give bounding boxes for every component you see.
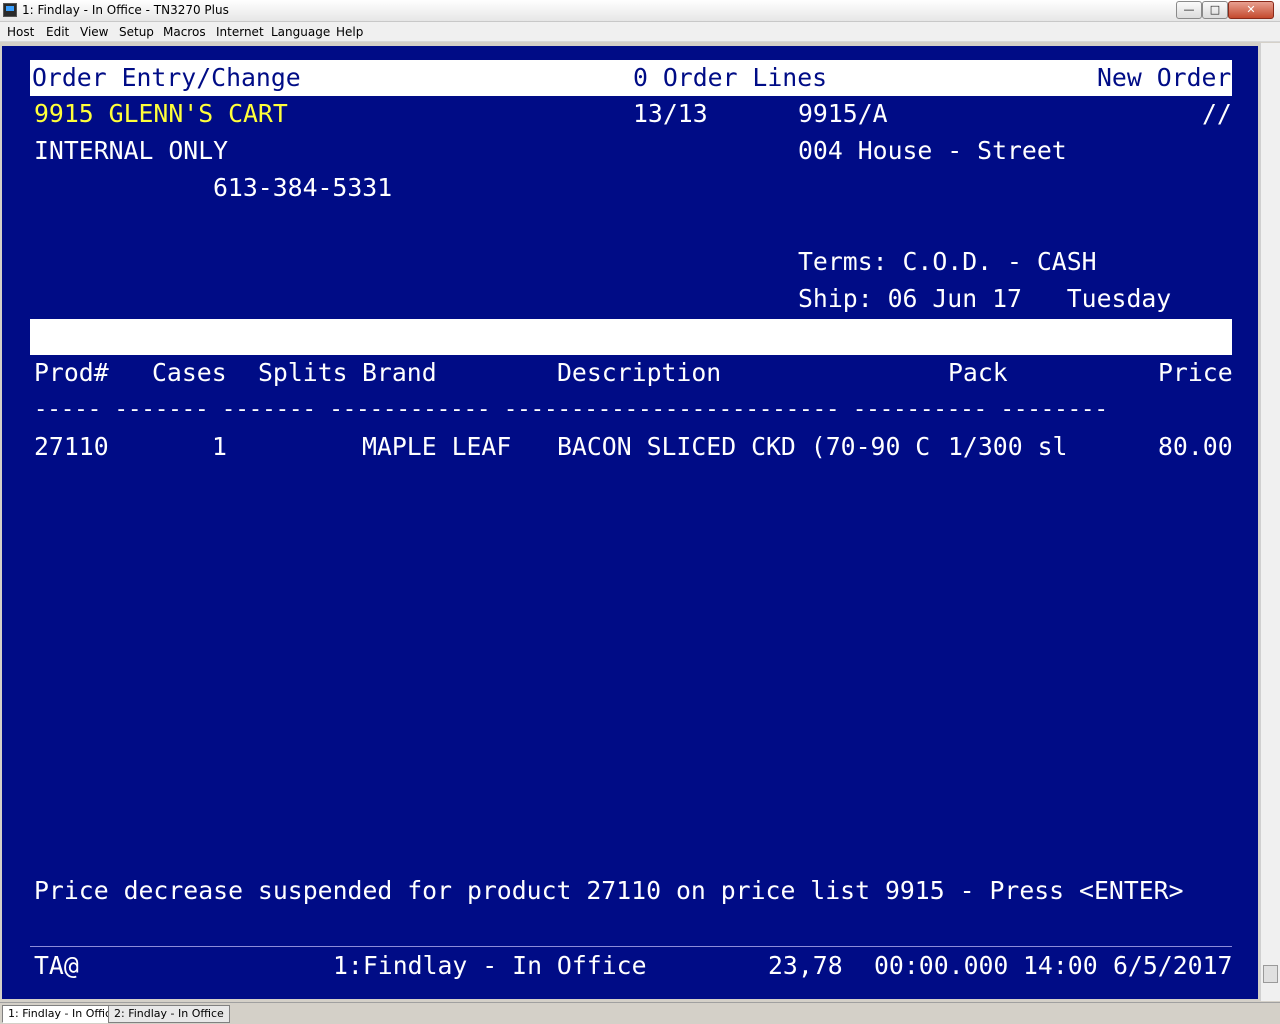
ship-date: Ship: 06 Jun 17 Tuesday bbox=[798, 284, 1172, 313]
close-button[interactable]: ✕ bbox=[1228, 1, 1274, 19]
menu-view[interactable]: View bbox=[80, 25, 108, 39]
terminal-screen[interactable]: Order Entry/Change 0 Order Lines New Ord… bbox=[2, 46, 1258, 999]
title-bar: 1: Findlay - In Office - TN3270 Plus — □… bbox=[0, 0, 1280, 22]
payment-terms: Terms: C.O.D. - CASH bbox=[798, 247, 1097, 276]
oia-indicator: TA@ bbox=[34, 951, 79, 980]
column-prod: Prod# bbox=[34, 358, 109, 387]
menu-help[interactable]: Help bbox=[336, 25, 363, 39]
page-indicator: 13/13 bbox=[633, 99, 708, 128]
maximize-button[interactable]: □ bbox=[1202, 1, 1228, 19]
column-brand: Brand bbox=[362, 358, 437, 387]
menu-setup[interactable]: Setup bbox=[119, 25, 154, 39]
column-separator: ----- ------- ------- ------------ -----… bbox=[34, 396, 1108, 422]
order-lines-count: 0 Order Lines bbox=[633, 63, 828, 92]
menu-edit[interactable]: Edit bbox=[46, 25, 69, 39]
column-pack: Pack bbox=[948, 358, 1008, 387]
account-number: 9915/A bbox=[798, 99, 888, 128]
menu-language[interactable]: Language bbox=[271, 25, 330, 39]
screen-title: Order Entry/Change bbox=[32, 63, 301, 92]
cursor-position: 23,78 bbox=[768, 951, 843, 980]
window-title: 1: Findlay - In Office - TN3270 Plus bbox=[22, 3, 229, 17]
response-timer: 00:00.000 bbox=[874, 951, 1009, 980]
item-description: BACON SLICED CKD (70-90 C bbox=[557, 432, 931, 461]
menu-internet[interactable]: Internet bbox=[216, 25, 264, 39]
clock-time: 14:00 bbox=[1023, 951, 1098, 980]
session-tab-bar: 1: Findlay - In Office 2: Findlay - In O… bbox=[0, 1002, 1280, 1024]
column-price: Price bbox=[1158, 358, 1233, 387]
scroll-thumb[interactable] bbox=[1263, 965, 1278, 983]
clock-date: 6/5/2017 bbox=[1113, 951, 1233, 980]
command-input-bar[interactable] bbox=[30, 319, 1232, 355]
header-bar: Order Entry/Change 0 Order Lines New Ord… bbox=[30, 60, 1232, 96]
route-info: 004 House - Street bbox=[798, 136, 1067, 165]
minimize-button[interactable]: — bbox=[1176, 1, 1202, 19]
order-mode: New Order bbox=[1097, 63, 1232, 92]
tab-session-2[interactable]: 2: Findlay - In Office bbox=[108, 1005, 230, 1023]
status-message: Price decrease suspended for product 271… bbox=[34, 876, 1184, 905]
item-pack: 1/300 sl bbox=[948, 432, 1068, 461]
column-description: Description bbox=[557, 358, 722, 387]
session-name: 1:Findlay - In Office bbox=[333, 951, 647, 980]
item-price: 80.00 bbox=[1158, 432, 1233, 461]
menu-bar: Host Edit View Setup Macros Internet Lan… bbox=[0, 22, 1280, 42]
column-splits: Splits bbox=[258, 358, 348, 387]
tab-session-1[interactable]: 1: Findlay - In Office bbox=[2, 1005, 124, 1023]
status-divider bbox=[30, 946, 1232, 947]
item-prod[interactable]: 27110 bbox=[34, 432, 109, 462]
menu-host[interactable]: Host bbox=[7, 25, 34, 39]
terminal-app-icon bbox=[3, 3, 17, 17]
menu-macros[interactable]: Macros bbox=[163, 25, 206, 39]
item-cases[interactable]: 1 bbox=[212, 432, 227, 462]
date-field[interactable]: // bbox=[1202, 99, 1232, 129]
customer-note: INTERNAL ONLY bbox=[34, 136, 229, 165]
item-brand: MAPLE LEAF bbox=[362, 432, 512, 461]
column-cases: Cases bbox=[152, 358, 227, 387]
customer-name: 9915 GLENN'S CART bbox=[34, 99, 288, 128]
vertical-scrollbar[interactable] bbox=[1260, 43, 1280, 1001]
customer-phone: 613-384-5331 bbox=[213, 173, 393, 202]
